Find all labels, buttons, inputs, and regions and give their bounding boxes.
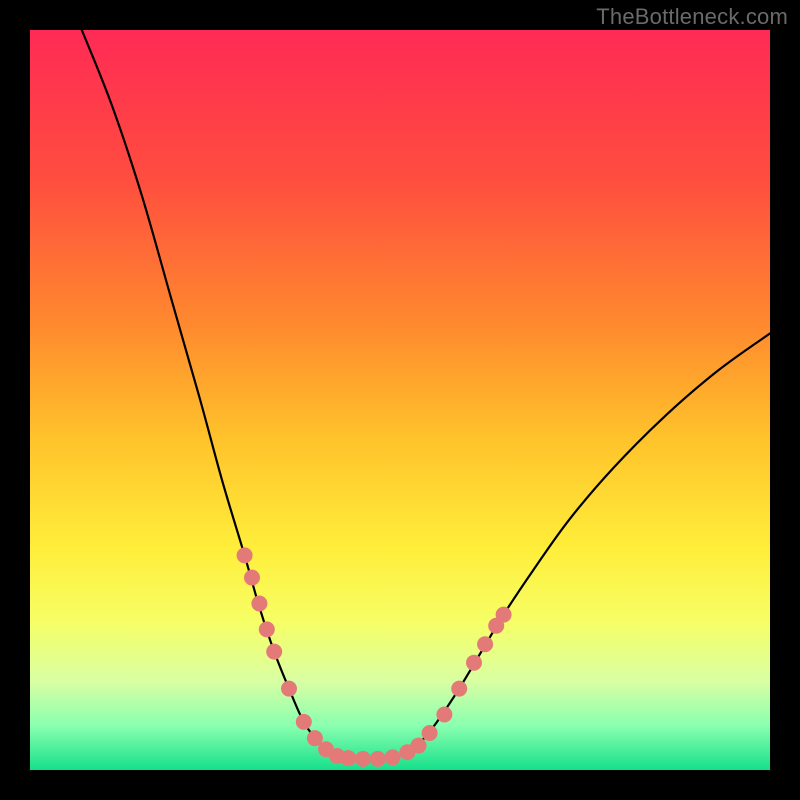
data-dot [340,750,356,766]
plot-area [30,30,770,770]
data-dot [370,751,386,767]
watermark-label: TheBottleneck.com [596,4,788,30]
data-dot [451,681,467,697]
data-dot [477,636,493,652]
data-dot [266,644,282,660]
background-gradient [30,30,770,770]
data-dot [355,751,371,767]
data-dot [422,725,438,741]
data-dot [385,749,401,765]
data-dot [296,714,312,730]
data-dot [411,738,427,754]
data-dot [496,607,512,623]
data-dot [259,621,275,637]
data-dot [251,596,267,612]
data-dot [466,655,482,671]
data-dot [436,707,452,723]
data-dot [281,681,297,697]
data-dot [237,547,253,563]
chart-svg [30,30,770,770]
data-dot [244,570,260,586]
chart-frame: TheBottleneck.com [0,0,800,800]
